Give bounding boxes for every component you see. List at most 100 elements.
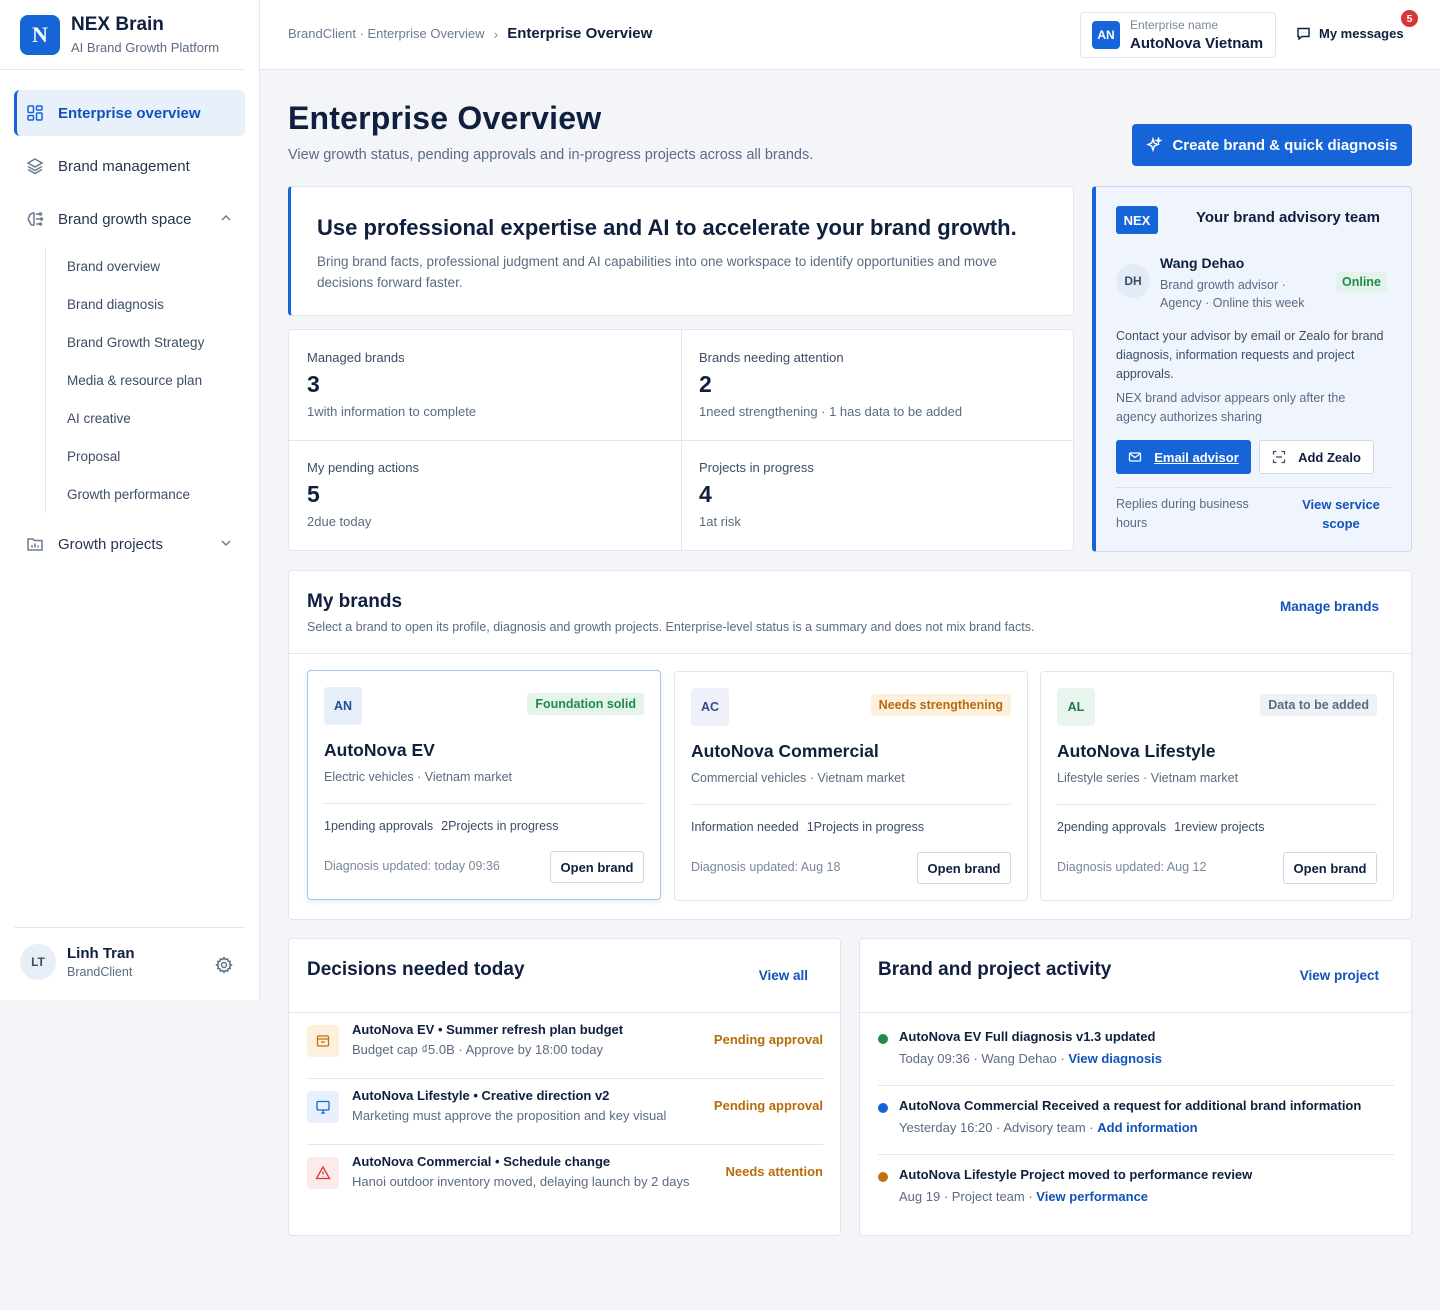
user-name: Linh Tran (67, 945, 135, 962)
email-advisor-button[interactable]: Email advisor (1116, 440, 1251, 474)
mail-icon (1128, 450, 1142, 464)
brand-updated: Diagnosis updated: today 09:36 (324, 859, 500, 873)
open-brand-button[interactable]: Open brand (917, 852, 1011, 884)
activity-meta-text: Today 09:36 · Wang Dehao · (899, 1051, 1069, 1066)
decision-item[interactable]: AutoNova EV • Summer refresh plan budget… (307, 1013, 823, 1079)
status-badge: Needs attention (725, 1164, 823, 1179)
add-zealo-label: Add Zealo (1298, 449, 1361, 465)
breadcrumb-root[interactable]: BrandClient · Enterprise Overview (288, 26, 485, 41)
status-badge: Foundation solid (527, 693, 644, 715)
activity-item: AutoNova EV Full diagnosis v1.3 updated … (878, 1017, 1394, 1086)
subnav-item-brand-overview[interactable]: Brand overview (67, 247, 245, 285)
brand-desc: Lifestyle series · Vietnam market (1057, 771, 1239, 785)
subnav-item-ai-creative[interactable]: AI creative (67, 399, 245, 437)
add-zealo-button[interactable]: Add Zealo (1259, 440, 1374, 474)
messages-button[interactable]: My messages (1296, 26, 1404, 41)
topbar: BrandClient · Enterprise Overview › Ente… (260, 0, 1440, 70)
app-name: NEX Brain (71, 14, 164, 35)
activity-item: AutoNova Commercial Received a request f… (878, 1086, 1394, 1155)
create-brand-button[interactable]: Create brand & quick diagnosis (1132, 124, 1412, 166)
enterprise-value: AutoNova Vietnam (1130, 35, 1264, 52)
enterprise-selector[interactable]: AN Enterprise name AutoNova Vietnam (1080, 12, 1276, 58)
stat-value: 4 (699, 481, 712, 507)
brand-badge: AC (691, 688, 729, 726)
view-project-link[interactable]: View project (1300, 968, 1379, 983)
brand-name: AutoNova Commercial (691, 741, 879, 761)
subnav-item-brand-diagnosis[interactable]: Brand diagnosis (67, 285, 245, 323)
brand-badge: AN (324, 687, 362, 725)
nex-tag: NEX (1116, 206, 1158, 234)
brand-stat: 1pending approvals (324, 819, 434, 833)
add-information-link[interactable]: Add information (1097, 1120, 1197, 1135)
brand-card-autonova-lifestyle[interactable]: AL Data to be added AutoNova Lifestyle L… (1040, 671, 1394, 901)
app-subtitle: AI Brand Growth Platform (71, 40, 220, 55)
status-dot-icon (878, 1034, 888, 1044)
decision-title: AutoNova EV • Summer refresh plan budget (352, 1022, 624, 1037)
stat-note: 2due today (307, 514, 372, 529)
brand-stats: 1pending approvals 2Projects in progress (324, 819, 567, 833)
decision-item[interactable]: AutoNova Lifestyle • Creative direction … (307, 1079, 823, 1145)
brand-stat: 2Projects in progress (441, 819, 559, 833)
hero-text: Bring brand facts, professional judgment… (317, 254, 997, 290)
advisor-panel: NEX Your brand advisory team DH Wang Deh… (1092, 186, 1412, 552)
open-brand-button[interactable]: Open brand (1283, 852, 1377, 884)
view-all-link[interactable]: View all (759, 968, 808, 983)
brand-card-autonova-ev[interactable]: AN Foundation solid AutoNova EV Electric… (307, 670, 661, 900)
chevron-down-icon[interactable] (219, 536, 233, 550)
activity-title: Brand and project activity (878, 959, 1112, 980)
enterprise-badge: AN (1092, 21, 1120, 49)
message-icon (1296, 26, 1311, 41)
status-badge: Pending approval (713, 1098, 823, 1113)
decision-title: AutoNova Lifestyle • Creative direction … (352, 1088, 610, 1103)
messages-label: My messages (1319, 26, 1404, 41)
subnav-item-growth-strategy[interactable]: Brand Growth Strategy (67, 323, 245, 361)
brain-icon (26, 210, 44, 228)
stat-value: 2 (699, 371, 712, 397)
subnav-item-proposal[interactable]: Proposal (67, 437, 245, 475)
monitor-icon (307, 1091, 339, 1123)
sidebar-item-brand-growth-space[interactable]: Brand growth space (14, 196, 245, 242)
my-brands-title: My brands (307, 591, 403, 612)
brand-updated: Diagnosis updated: Aug 12 (1057, 860, 1207, 874)
grid-icon (26, 104, 44, 122)
brand-stat: 2pending approvals (1057, 820, 1167, 834)
user-profile[interactable]: LT Linh Tran BrandClient (14, 927, 245, 980)
stat-label: Managed brands (307, 350, 405, 365)
view-diagnosis-link[interactable]: View diagnosis (1068, 1051, 1162, 1066)
subnav-item-growth-performance[interactable]: Growth performance (67, 475, 245, 513)
brand-updated: Diagnosis updated: Aug 18 (691, 860, 841, 874)
gear-icon[interactable] (215, 956, 233, 974)
decision-item[interactable]: AutoNova Commercial • Schedule change Ha… (307, 1145, 823, 1211)
stat-pending-actions: My pending actions 5 2due today (289, 440, 681, 551)
stat-managed-brands: Managed brands 3 1with information to co… (289, 330, 681, 441)
brand-desc: Commercial vehicles · Vietnam market (691, 771, 905, 785)
decisions-panel: Decisions needed today View all AutoNova… (288, 938, 841, 1236)
decision-sub: Budget cap ₫5.0B · Approve by 18:00 toda… (352, 1042, 603, 1057)
status-badge: Online (1336, 272, 1387, 292)
advisor-name: Wang Dehao (1160, 255, 1245, 271)
advisor-role: Brand growth advisor · Agency · Online t… (1160, 278, 1305, 310)
avatar: LT (20, 944, 56, 980)
decisions-title: Decisions needed today (307, 959, 525, 980)
warning-icon (307, 1157, 339, 1189)
view-performance-link[interactable]: View performance (1036, 1189, 1148, 1204)
sidebar-nav: Enterprise overview Brand management Bra… (0, 70, 259, 567)
view-service-scope-link[interactable]: View service scope (1286, 495, 1396, 533)
subnav-item-media-plan[interactable]: Media & resource plan (67, 361, 245, 399)
activity-title: AutoNova Lifestyle Project moved to perf… (899, 1167, 1253, 1182)
decision-sub: Marketing must approve the proposition a… (352, 1108, 667, 1123)
sidebar-item-brand-management[interactable]: Brand management (14, 143, 245, 189)
stat-label: Projects in progress (699, 460, 814, 475)
manage-brands-link[interactable]: Manage brands (1280, 599, 1379, 614)
activity-title: AutoNova Commercial Received a request f… (899, 1098, 1362, 1113)
sidebar-item-enterprise-overview[interactable]: Enterprise overview (14, 90, 245, 136)
open-brand-button[interactable]: Open brand (550, 851, 644, 883)
page-title: Enterprise Overview (288, 100, 602, 136)
sparkle-icon (1146, 136, 1164, 153)
brand-badge: AL (1057, 688, 1095, 726)
brand-card-autonova-commercial[interactable]: AC Needs strengthening AutoNova Commerci… (674, 671, 1028, 901)
sidebar-item-growth-projects[interactable]: Growth projects (14, 521, 245, 567)
layers-icon (26, 157, 44, 175)
status-badge: Needs strengthening (870, 694, 1011, 716)
chevron-up-icon[interactable] (219, 211, 233, 225)
